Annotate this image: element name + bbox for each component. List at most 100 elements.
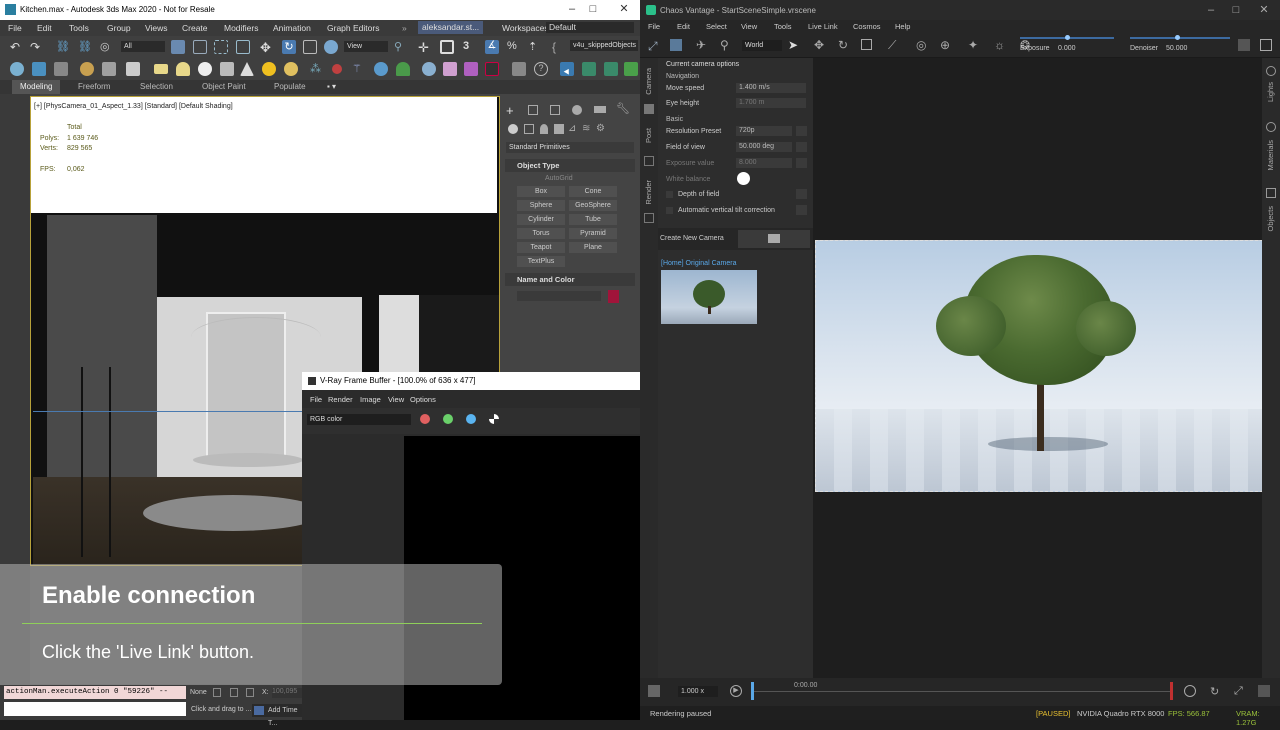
select-object-icon[interactable] — [171, 40, 185, 54]
exposure-slider-handle[interactable] — [1065, 35, 1070, 40]
systems-icon[interactable]: ⚙ — [596, 123, 605, 134]
dof-menu-icon[interactable] — [796, 189, 807, 199]
timeline-clip-icon[interactable] — [648, 685, 660, 697]
utilities-tab-icon[interactable]: 🔧︎ — [616, 102, 630, 115]
box-button[interactable]: Box — [517, 186, 565, 197]
torus-button[interactable]: Torus — [517, 228, 565, 239]
spinner-snap-icon[interactable]: ⇡ — [528, 40, 542, 54]
motion-tab-icon[interactable] — [572, 105, 582, 115]
vmenu-cosmos[interactable]: Cosmos — [853, 22, 881, 31]
resolution-dropdown[interactable]: 720p — [736, 126, 792, 136]
lights-icon[interactable] — [540, 124, 548, 134]
primitives-dropdown[interactable]: Standard Primitives — [506, 142, 634, 153]
vantage-export-icon[interactable] — [582, 62, 596, 76]
menu-group[interactable]: Group — [107, 23, 131, 33]
vantage-maximize-icon[interactable]: □ — [1230, 4, 1242, 16]
vantage-sync-icon[interactable] — [604, 62, 618, 76]
select-by-name-icon[interactable] — [193, 40, 207, 54]
camera-tab-icon[interactable] — [644, 104, 654, 114]
vantage-settings-icon[interactable] — [624, 62, 638, 76]
menu-file[interactable]: File — [8, 23, 22, 33]
plant-icon[interactable] — [396, 62, 410, 76]
vtool-light-icon[interactable]: ✦ — [968, 38, 978, 52]
vtool-sun-icon[interactable]: ☼ — [994, 38, 1005, 52]
vtool-walk-icon[interactable]: ⚲ — [720, 38, 729, 52]
cone-button[interactable]: Cone — [569, 186, 617, 197]
object-color-swatch[interactable] — [608, 290, 619, 303]
rectangular-selection-icon[interactable] — [214, 40, 228, 54]
resolution-menu-icon[interactable] — [796, 126, 807, 136]
vfb-menu-view[interactable]: View — [388, 395, 404, 404]
selection-filter-dropdown[interactable]: All — [121, 41, 165, 52]
vantage-minimize-icon[interactable]: – — [1205, 4, 1217, 16]
vtool-move-icon[interactable]: ✥ — [814, 38, 824, 52]
menu-overflow-icon[interactable]: » — [402, 23, 407, 33]
ribbon-tab-populate[interactable]: Populate — [274, 82, 306, 91]
user-account[interactable]: aleksandar.st... — [418, 21, 484, 34]
expand-timeline-icon[interactable]: ⤢ — [1234, 685, 1243, 698]
tab-materials[interactable]: Materials — [1266, 140, 1275, 170]
frame-buffer-icon[interactable] — [512, 62, 526, 76]
reference-coord-dropdown[interactable]: View — [344, 41, 388, 52]
menu-modifiers[interactable]: Modifiers — [224, 23, 258, 33]
vmenu-edit[interactable]: Edit — [677, 22, 690, 31]
exposure-menu-icon[interactable] — [796, 158, 807, 168]
vfb-menu-file[interactable]: File — [310, 395, 322, 404]
white-balance-swatch[interactable] — [737, 172, 750, 185]
toolbar2-icon-5[interactable] — [102, 62, 116, 76]
maximize-icon[interactable]: □ — [587, 3, 599, 15]
vmenu-view[interactable]: View — [741, 22, 757, 31]
tube-button[interactable]: Tube — [569, 214, 617, 225]
keyboard-shortcut-icon[interactable] — [440, 40, 454, 54]
light-sphere-icon[interactable] — [284, 62, 298, 76]
record-icon[interactable] — [1184, 685, 1196, 697]
vray-sphere-icon[interactable] — [374, 62, 388, 76]
hierarchy-tab-icon[interactable] — [550, 105, 560, 115]
tab-camera[interactable]: Camera — [644, 68, 653, 95]
redo-icon[interactable]: ↷ — [30, 40, 44, 54]
post-tab-icon[interactable] — [644, 156, 654, 166]
tab-render[interactable]: Render — [644, 180, 653, 205]
toolbar2-icon-6[interactable] — [126, 62, 140, 76]
timeline-track[interactable] — [752, 691, 1172, 692]
menu-views[interactable]: Views — [145, 23, 168, 33]
x-coord-field[interactable]: 100,095 — [272, 688, 302, 698]
material-editor-icon[interactable] — [422, 62, 436, 76]
vtool-orbit-icon[interactable]: ◎ — [916, 38, 926, 52]
plane-primitive-icon[interactable] — [154, 64, 168, 74]
vfb-channel-dropdown[interactable]: RGB color — [307, 414, 411, 425]
textplus-button[interactable]: TextPlus — [517, 256, 565, 267]
shapes-icon[interactable] — [524, 124, 534, 134]
color-palette-icon[interactable] — [443, 62, 457, 76]
create-tab-icon[interactable]: + — [506, 103, 514, 118]
timeline-end-marker[interactable] — [1170, 682, 1173, 700]
fov-menu-icon[interactable] — [796, 142, 807, 152]
link-icon[interactable]: ⛓ — [56, 40, 70, 54]
menu-create[interactable]: Create — [182, 23, 208, 33]
fur-icon[interactable]: ⁂ — [310, 62, 324, 76]
dome-primitive-icon[interactable] — [176, 62, 190, 76]
avt-menu-icon[interactable] — [796, 205, 807, 215]
move-icon[interactable]: ✥ — [260, 40, 274, 55]
menu-animation[interactable]: Animation — [273, 23, 311, 33]
red-channel-icon[interactable] — [420, 414, 430, 424]
objects-tab-icon[interactable] — [1266, 188, 1276, 198]
vtool-space-dropdown[interactable]: World — [742, 40, 782, 51]
toolbar2-icon-1[interactable] — [10, 62, 24, 76]
tab-objects[interactable]: Objects — [1266, 206, 1275, 231]
vantage-close-icon[interactable]: ✕ — [1258, 4, 1270, 16]
spacewarps-icon[interactable]: ≋ — [582, 123, 590, 134]
lock-selection-icon[interactable] — [213, 688, 221, 697]
vmenu-tools[interactable]: Tools — [774, 22, 792, 31]
geometry-icon[interactable] — [508, 124, 518, 134]
ribbon-tab-object-paint[interactable]: Object Paint — [202, 82, 246, 91]
tab-post[interactable]: Post — [644, 128, 653, 143]
move-speed-field[interactable]: 1.400 m/s — [736, 83, 806, 93]
teapot-primitive-icon[interactable] — [220, 62, 234, 76]
exposure-value[interactable]: 0.000 — [1058, 45, 1076, 52]
teapot-button[interactable]: Teapot — [517, 242, 565, 253]
vtool-camera-icon[interactable] — [670, 39, 682, 51]
render-frame-icon[interactable] — [485, 62, 499, 76]
vrayfur-icon[interactable]: ⚚ — [352, 62, 366, 76]
toolbar2-icon-3[interactable] — [54, 62, 68, 76]
